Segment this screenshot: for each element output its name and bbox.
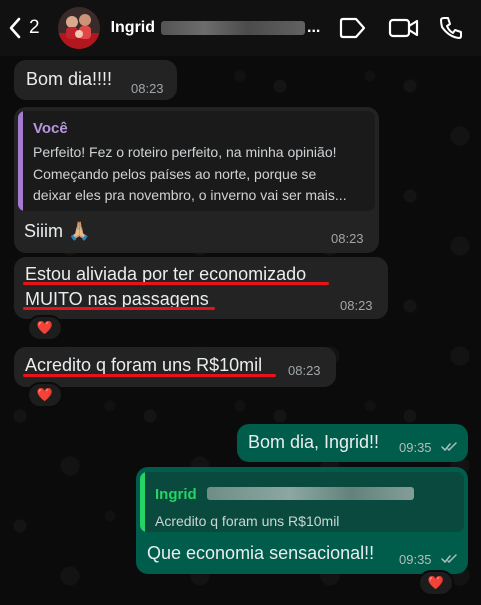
quoted-message[interactable]: Você Perfeito! Fez o roteiro perfeito, n… [18, 111, 375, 211]
reaction-badge[interactable]: ❤️ [27, 315, 63, 341]
message-text: Acredito q foram uns R$10mil [25, 355, 263, 375]
message-time: 09:35 [399, 552, 432, 567]
chevron-left-icon [9, 17, 21, 39]
message-text: Bom dia!!!! [26, 69, 113, 89]
reaction-badge[interactable]: ❤️ [27, 382, 63, 408]
quote-bar [140, 472, 145, 532]
message-time: 09:35 [399, 440, 432, 455]
redacted-name [161, 21, 306, 35]
heart-icon: ❤️ [36, 387, 54, 402]
avatar[interactable] [57, 7, 100, 49]
quote-line: Perfeito! Fez o roteiro perfeito, na min… [33, 144, 337, 160]
quote-line: deixar eles pra novembro, o inverno vai … [33, 187, 347, 203]
message-time: 08:23 [288, 363, 321, 378]
phone-icon [440, 17, 462, 39]
annotation-underline [23, 374, 276, 377]
contact-name[interactable]: Ingrid [111, 19, 155, 37]
video-camera-icon [388, 18, 419, 38]
message-bubble[interactable]: Acredito q foram uns R$10mil 08:23 [14, 347, 336, 387]
message-bubble[interactable]: Ingrid Acredito q foram uns R$10mil Que … [136, 467, 468, 574]
message-bubble[interactable]: Bom dia!!!! 08:23 [14, 60, 177, 100]
message-time: 08:23 [331, 231, 364, 246]
message-text: Siiim 🙏🏼 [24, 221, 91, 241]
message-text: Que economia sensacional!! [147, 543, 375, 563]
redacted-name [207, 487, 414, 500]
double-check-icon [441, 442, 457, 452]
message-bubble[interactable]: Bom dia, Ingrid!! 09:35 [237, 424, 468, 462]
quote-line: Acredito q foram uns R$10mil [155, 513, 340, 529]
heart-icon: ❤️ [427, 575, 445, 590]
unread-count: 2 [29, 17, 40, 38]
voice-call-button[interactable] [438, 15, 464, 41]
chat-area[interactable]: Bom dia!!!! 08:23 Você Perfeito! Fez o r… [0, 56, 481, 605]
quote-author: Ingrid [155, 486, 197, 503]
message-time: 08:23 [131, 81, 164, 96]
label-button[interactable] [337, 17, 367, 39]
quote-bar [18, 111, 23, 211]
quoted-message[interactable]: Ingrid Acredito q foram uns R$10mil [140, 472, 464, 532]
message-time: 08:23 [340, 298, 373, 313]
annotation-underline [23, 307, 215, 310]
quote-author: Você [33, 120, 68, 137]
message-bubble[interactable]: Você Perfeito! Fez o roteiro perfeito, n… [14, 107, 379, 253]
double-check-icon [441, 554, 457, 564]
back-button[interactable]: 2 [8, 16, 40, 40]
chat-header: 2 Ingrid ... [0, 0, 481, 56]
video-call-button[interactable] [388, 17, 420, 39]
reaction-badge[interactable]: ❤️ [418, 570, 454, 596]
heart-icon: ❤️ [36, 320, 54, 335]
annotation-underline [23, 282, 329, 285]
label-tag-icon [339, 17, 366, 39]
message-text: Bom dia, Ingrid!! [248, 432, 380, 452]
quote-line: Começando pelos países ao norte, porque … [33, 166, 317, 182]
name-ellipsis: ... [307, 19, 321, 36]
